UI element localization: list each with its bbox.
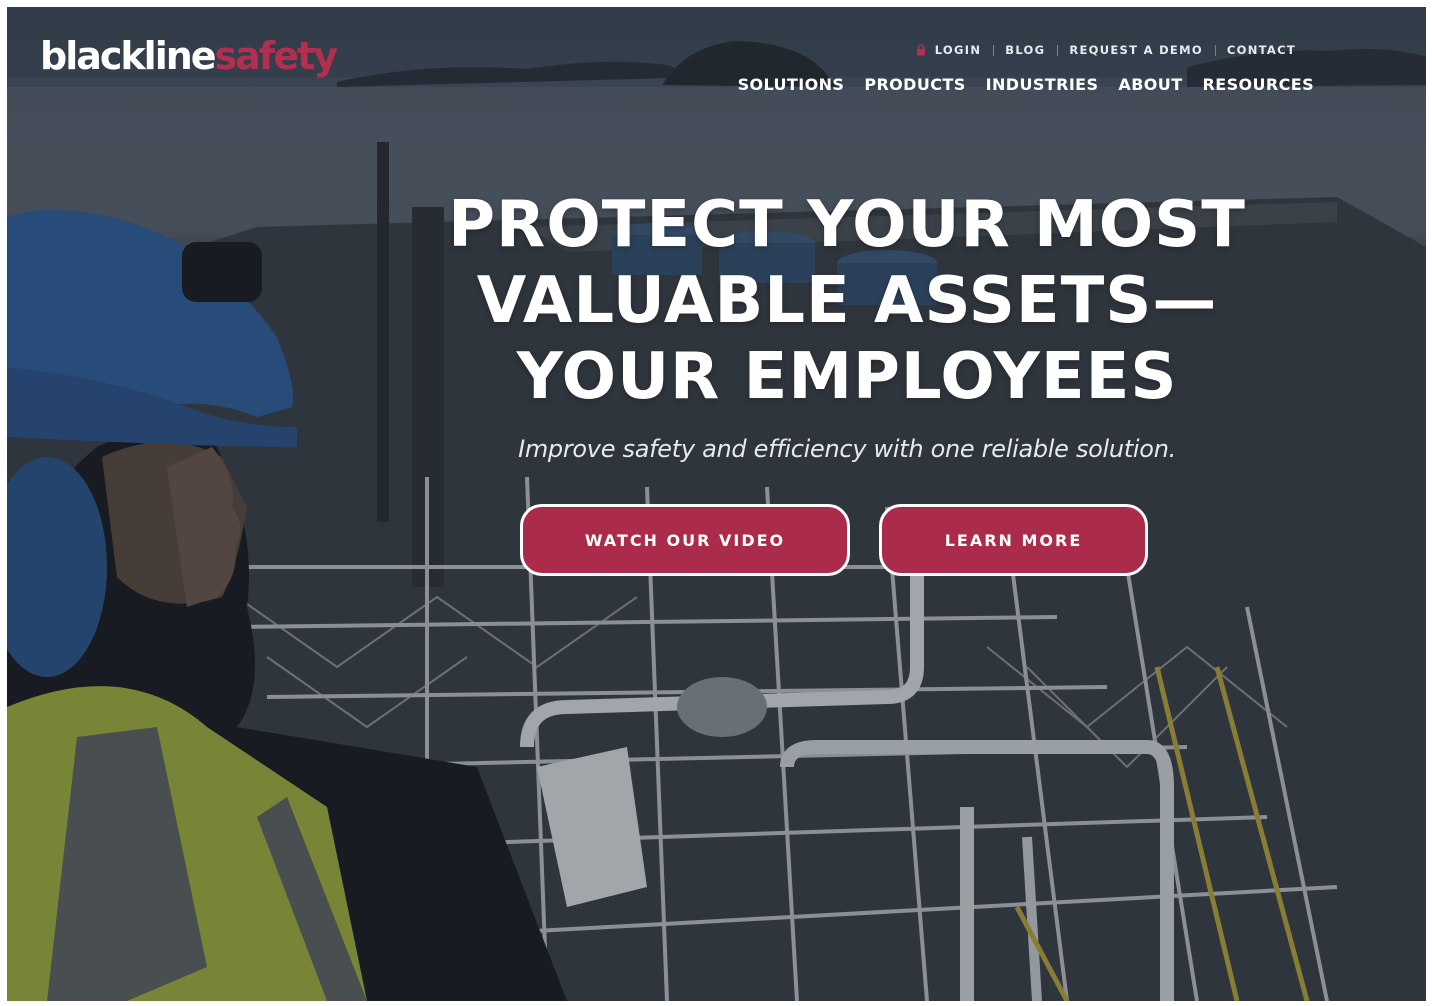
learn-more-button[interactable]: LEARN MORE bbox=[879, 504, 1148, 576]
main-nav: SOLUTIONS PRODUCTS INDUSTRIES ABOUT RESO… bbox=[738, 75, 1314, 94]
logo-text-safety: safety bbox=[214, 34, 339, 78]
utility-link-label: BLOG bbox=[1005, 43, 1046, 57]
utility-link-contact[interactable]: CONTACT bbox=[1214, 43, 1308, 57]
utility-link-label: LOGIN bbox=[934, 43, 982, 57]
brand-logo[interactable]: blacklinesafety bbox=[40, 34, 339, 78]
nav-item-about[interactable]: ABOUT bbox=[1118, 75, 1182, 94]
hero-title: PROTECT YOUR MOST VALUABLE ASSETS— YOUR … bbox=[367, 187, 1327, 415]
nav-item-resources[interactable]: RESOURCES bbox=[1203, 75, 1314, 94]
utility-link-label: CONTACT bbox=[1226, 43, 1296, 57]
hero-subtitle: Improve safety and efficiency with one r… bbox=[518, 435, 1176, 463]
hero-title-line: YOUR EMPLOYEES bbox=[516, 340, 1178, 414]
logo-text-blackline: blackline bbox=[40, 34, 217, 78]
utility-nav: LOGIN BLOG REQUEST A DEMO CONTACT bbox=[904, 43, 1308, 57]
utility-link-blog[interactable]: BLOG bbox=[993, 43, 1057, 57]
hero-title-line: PROTECT YOUR MOST bbox=[448, 188, 1246, 262]
page-frame: blacklinesafety LOGIN BLOG REQUEST A DEM… bbox=[7, 7, 1426, 1001]
utility-link-login[interactable]: LOGIN bbox=[904, 43, 994, 57]
lock-icon bbox=[916, 44, 926, 56]
nav-item-industries[interactable]: INDUSTRIES bbox=[986, 75, 1099, 94]
utility-link-request-demo[interactable]: REQUEST A DEMO bbox=[1057, 43, 1215, 57]
nav-item-solutions[interactable]: SOLUTIONS bbox=[738, 75, 845, 94]
watch-video-button[interactable]: WATCH OUR VIDEO bbox=[520, 504, 850, 576]
utility-link-label: REQUEST A DEMO bbox=[1069, 43, 1203, 57]
hero-title-line: VALUABLE ASSETS— bbox=[476, 264, 1218, 338]
nav-item-products[interactable]: PRODUCTS bbox=[864, 75, 965, 94]
